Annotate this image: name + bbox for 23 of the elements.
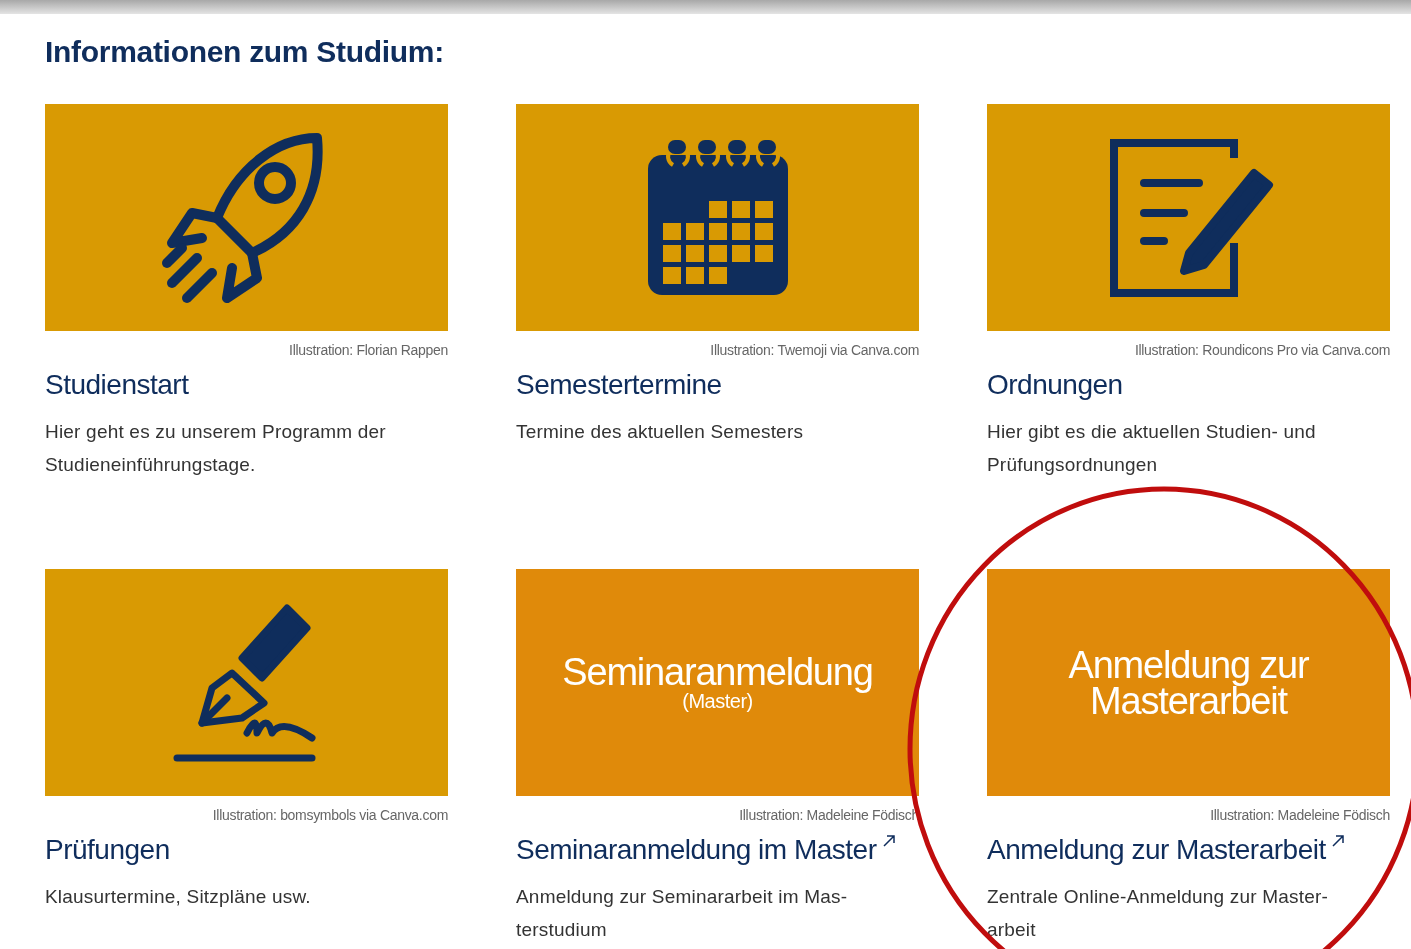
card-title-link[interactable]: Ordnungen <box>987 367 1123 403</box>
card-title-link[interactable]: Studienstart <box>45 367 189 403</box>
card-description: Termine des aktuellen Semesters <box>516 420 805 444</box>
image-credit: Illustration: Madeleine Födisch <box>1209 806 1390 824</box>
image-credit: Illustration: Roundicons Pro via Canva.com <box>1133 341 1390 359</box>
card-description: Klausurtermine, Sitzpläne usw. <box>45 885 312 909</box>
image-credit: Illustration: Twemoji via Canva.com <box>709 341 919 359</box>
section-heading: Informationen zum Studium: <box>45 34 445 70</box>
card-title-link[interactable]: Semestertermine <box>516 367 722 403</box>
illustration-tile[interactable] <box>987 104 1390 331</box>
card-description: Hier geht es zu unserem Programm der Studieneinführungstage. <box>45 420 387 477</box>
image-credit: Illustration: Florian Rappen <box>288 341 448 359</box>
card-title-link[interactable]: Anmeldung zur Masterarbeit <box>987 832 1326 868</box>
image-credit: Illustration: bomsymbols via Canva.com <box>211 806 448 824</box>
card-description: Anmeldung zur Seminararbeit im Mas- terstudium <box>516 885 849 942</box>
illustration-tile[interactable] <box>516 104 919 331</box>
graphic-subtitle: (Master) <box>682 689 753 712</box>
card-title-link[interactable]: Seminaranmeldung im Master <box>516 832 877 868</box>
illustration-tile[interactable] <box>45 569 448 796</box>
card-description: Zentrale Online-Anmeldung zur Master- arbeit <box>987 885 1330 942</box>
illustration-tile[interactable] <box>45 104 448 331</box>
card-title-link[interactable]: Prüfungen <box>45 832 170 868</box>
card-description: Hier gibt es die aktuellen Studien- und Prüfungsordnungen <box>987 420 1317 477</box>
